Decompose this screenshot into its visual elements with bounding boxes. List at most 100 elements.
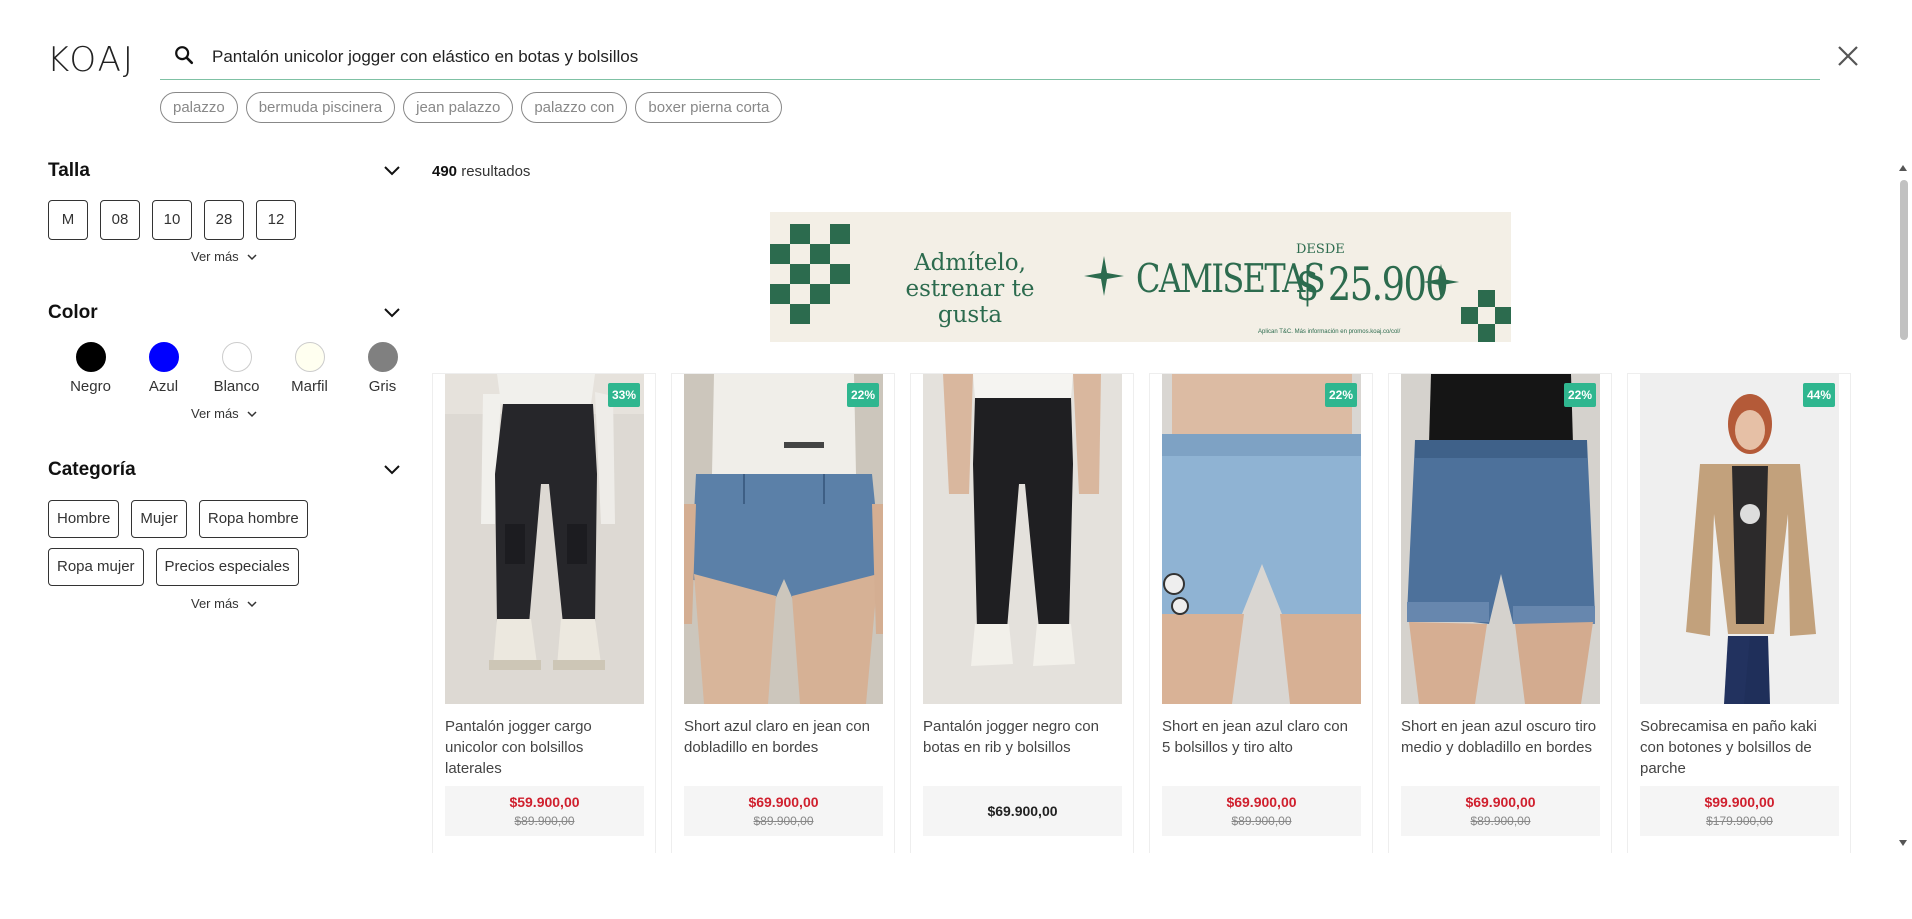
filter-title-talla: Talla xyxy=(48,160,90,181)
ver-mas-categoria[interactable]: Ver más xyxy=(191,596,257,611)
suggestion-chip[interactable]: bermuda piscinera xyxy=(245,92,396,123)
product-image[interactable]: 22% xyxy=(1162,374,1361,704)
product-image[interactable]: 33% xyxy=(445,374,644,704)
product-photo xyxy=(1162,374,1361,704)
chevron-down-icon xyxy=(247,253,257,260)
chevron-down-icon[interactable] xyxy=(383,463,401,477)
color-label: Blanco xyxy=(213,378,260,395)
sale-price: $69.900,00 xyxy=(1465,794,1536,810)
sale-price: $69.900,00 xyxy=(748,794,819,810)
color-swatch[interactable] xyxy=(294,342,325,372)
size-option[interactable]: 08 xyxy=(100,200,140,240)
checker-pattern-left xyxy=(770,224,850,324)
product-name[interactable]: Sobrecamisa en paño kaki con botones y b… xyxy=(1640,716,1838,780)
category-option[interactable]: Ropa hombre xyxy=(198,500,308,538)
banner-line1: Admítelo, xyxy=(914,250,1026,276)
product-image[interactable]: 22% xyxy=(1401,374,1600,704)
filter-title-color: Color xyxy=(48,302,98,323)
color-option-marfil[interactable]: Marfil xyxy=(273,342,346,395)
price-box: $69.900,00 $89.900,00 xyxy=(684,786,883,836)
banner-desde: DESDE xyxy=(1296,242,1345,257)
product-image[interactable]: 22% xyxy=(684,374,883,704)
size-option[interactable]: 10 xyxy=(152,200,192,240)
filter-header-categoria[interactable]: Categoría xyxy=(48,459,401,485)
results-label: resultados xyxy=(461,163,531,180)
original-price: $89.900,00 xyxy=(1231,814,1292,828)
color-label: Gris xyxy=(368,378,397,395)
product-photo xyxy=(1640,374,1839,704)
product-card[interactable]: Pantalón jogger negro con botas en rib y… xyxy=(910,373,1134,853)
product-photo xyxy=(923,374,1122,704)
discount-badge: 33% xyxy=(608,383,640,407)
ver-mas-color[interactable]: Ver más xyxy=(191,406,257,421)
product-card[interactable]: 44% Sobrecamisa en paño kaki con botones… xyxy=(1627,373,1851,853)
product-name[interactable]: Short en jean azul claro con 5 bolsillos… xyxy=(1162,716,1360,780)
discount-badge: 22% xyxy=(847,383,879,407)
chevron-down-icon[interactable] xyxy=(383,306,401,320)
color-swatch[interactable] xyxy=(75,342,106,372)
product-name[interactable]: Short en jean azul oscuro tiro medio y d… xyxy=(1401,716,1599,780)
discount-badge: 22% xyxy=(1325,383,1357,407)
size-option[interactable]: 12 xyxy=(256,200,296,240)
size-options: M 08 10 28 12 xyxy=(48,200,296,240)
color-swatch[interactable] xyxy=(367,342,398,372)
product-card[interactable]: 22% Short azul claro en jean con dobladi… xyxy=(671,373,895,853)
price-box: $99.900,00 $179.900,00 xyxy=(1640,786,1839,836)
ver-mas-label: Ver más xyxy=(191,406,239,421)
sale-price: $69.900,00 xyxy=(1226,794,1297,810)
product-image[interactable] xyxy=(923,374,1122,704)
category-options: Hombre Mujer Ropa hombre Ropa mujer Prec… xyxy=(48,500,378,586)
color-option-azul[interactable]: Azul xyxy=(127,342,200,395)
search-icon[interactable] xyxy=(173,44,195,66)
category-option[interactable]: Precios especiales xyxy=(155,548,299,586)
color-label: Azul xyxy=(148,378,179,395)
suggestion-chip[interactable]: palazzo con xyxy=(521,92,628,123)
product-image[interactable]: 44% xyxy=(1640,374,1839,704)
filter-header-color[interactable]: Color xyxy=(48,302,401,328)
color-option-blanco[interactable]: Blanco xyxy=(200,342,273,395)
product-card[interactable]: 33% Pantalón jogger cargo unicolor con b… xyxy=(432,373,656,853)
scroll-up-icon[interactable] xyxy=(1899,165,1907,171)
ver-mas-talla[interactable]: Ver más xyxy=(191,249,257,264)
size-option[interactable]: M xyxy=(48,200,88,240)
color-option-gris[interactable]: Gris xyxy=(346,342,419,395)
price-box: $69.900,00 xyxy=(923,786,1122,836)
product-card[interactable]: 22% Short en jean azul oscuro tiro medio… xyxy=(1388,373,1612,853)
color-swatch[interactable] xyxy=(221,342,252,372)
koaj-logo[interactable]: KOAJ xyxy=(47,40,135,80)
suggestion-chip[interactable]: jean palazzo xyxy=(403,92,514,123)
price-box: $69.900,00 $89.900,00 xyxy=(1162,786,1361,836)
banner-legal: Aplican T&C. Más información en promos.k… xyxy=(1258,329,1401,335)
product-name[interactable]: Pantalón jogger negro con botas en rib y… xyxy=(923,716,1121,780)
suggestion-chip[interactable]: palazzo xyxy=(160,92,238,123)
product-photo xyxy=(684,374,883,704)
product-name[interactable]: Short azul claro en jean con dobladillo … xyxy=(684,716,882,780)
filter-header-talla[interactable]: Talla xyxy=(48,160,401,186)
promo-banner[interactable]: Admítelo, estrenar te gusta CAMISETAS DE… xyxy=(770,212,1511,342)
color-options: Negro Azul Blanco Marfil Gris xyxy=(54,342,419,395)
close-icon[interactable] xyxy=(1836,44,1860,68)
suggestion-chip[interactable]: boxer pierna corta xyxy=(635,92,783,123)
product-card[interactable]: 22% Short en jean azul claro con 5 bolsi… xyxy=(1149,373,1373,853)
category-option[interactable]: Mujer xyxy=(131,500,187,538)
search-input[interactable] xyxy=(212,42,1772,72)
ver-mas-label: Ver más xyxy=(191,596,239,611)
category-option[interactable]: Ropa mujer xyxy=(48,548,144,586)
results-count: 490 resultados xyxy=(432,163,530,180)
chevron-down-icon xyxy=(247,600,257,607)
product-photo xyxy=(445,374,644,704)
category-option[interactable]: Hombre xyxy=(48,500,120,538)
product-photo xyxy=(1401,374,1600,704)
chevron-down-icon[interactable] xyxy=(383,164,401,178)
color-swatch[interactable] xyxy=(148,342,179,372)
color-option-negro[interactable]: Negro xyxy=(54,342,127,395)
price-box: $69.900,00 $89.900,00 xyxy=(1401,786,1600,836)
checker-pattern-right xyxy=(1461,290,1511,342)
ver-mas-label: Ver más xyxy=(191,249,239,264)
size-option[interactable]: 28 xyxy=(204,200,244,240)
discount-badge: 44% xyxy=(1803,383,1835,407)
original-price: $89.900,00 xyxy=(753,814,814,828)
product-name[interactable]: Pantalón jogger cargo unicolor con bolsi… xyxy=(445,716,643,780)
scroll-down-icon[interactable] xyxy=(1899,840,1907,846)
scrollbar-thumb[interactable] xyxy=(1900,180,1908,340)
